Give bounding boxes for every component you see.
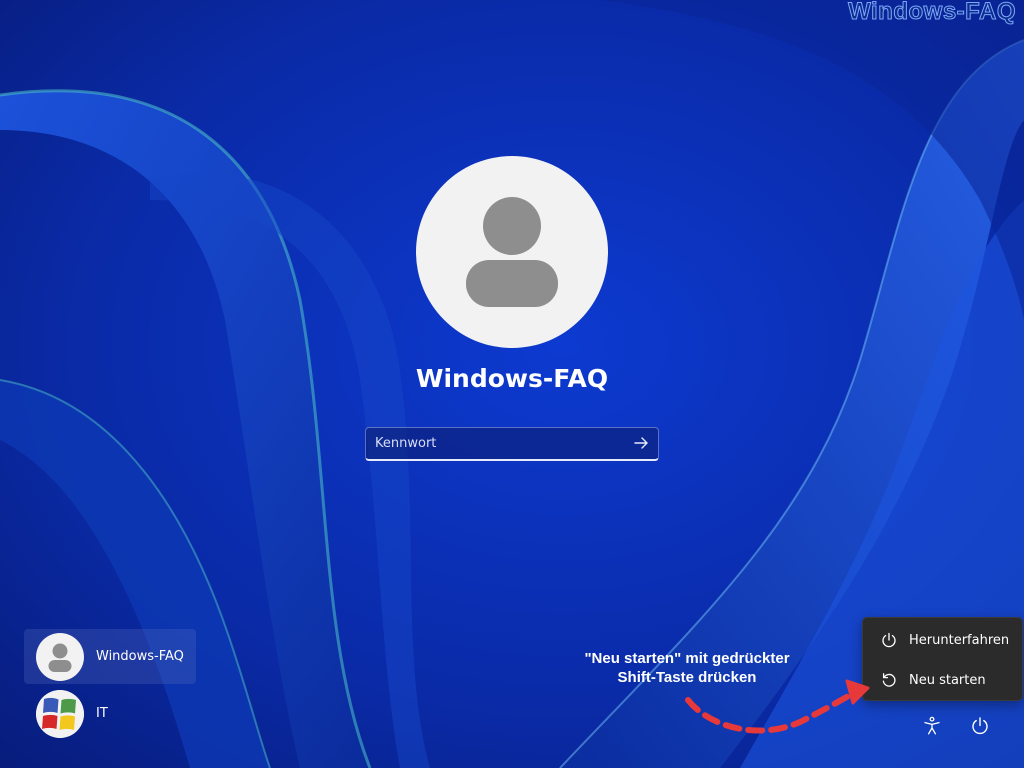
restart-icon	[882, 673, 896, 687]
power-icon	[882, 632, 896, 648]
menu-item-label: Herunterfahren	[909, 632, 1010, 648]
accessibility-icon[interactable]	[921, 715, 943, 737]
user-avatar-small	[36, 689, 84, 738]
user-avatar-large	[416, 156, 608, 348]
password-input[interactable]	[366, 428, 625, 458]
watermark-logo: Windows-FAQ	[848, 0, 1016, 26]
user-avatar-small	[36, 632, 84, 681]
annotation-line-2: Shift-Taste drücken	[617, 669, 757, 686]
user-list-item-label: IT	[96, 706, 108, 721]
user-switch-list: Windows-FAQ IT	[24, 629, 196, 741]
power-icon[interactable]	[969, 715, 991, 737]
default-user-avatar-icon	[466, 197, 558, 307]
arrow-right-icon[interactable]	[632, 434, 650, 452]
password-field[interactable]	[365, 427, 659, 461]
user-name-title: Windows-FAQ	[415, 364, 609, 393]
user-list-item-it[interactable]: IT	[24, 686, 196, 741]
instruction-annotation: "Neu starten" mit gedrückter Shift-Taste…	[566, 649, 808, 687]
menu-item-label: Neu starten	[909, 672, 986, 688]
menu-item-herunterfahren[interactable]: Herunterfahren	[867, 622, 1018, 658]
user-list-item-windows-faq[interactable]: Windows-FAQ	[24, 629, 196, 684]
colorful-tiles-avatar-icon	[36, 689, 84, 738]
menu-item-neu-starten[interactable]: Neu starten	[867, 662, 1018, 698]
user-list-item-label: Windows-FAQ	[96, 649, 184, 664]
power-menu: Herunterfahren Neu starten	[862, 617, 1023, 701]
annotation-line-1: "Neu starten" mit gedrückter	[584, 650, 790, 667]
default-user-avatar-icon	[48, 643, 72, 672]
